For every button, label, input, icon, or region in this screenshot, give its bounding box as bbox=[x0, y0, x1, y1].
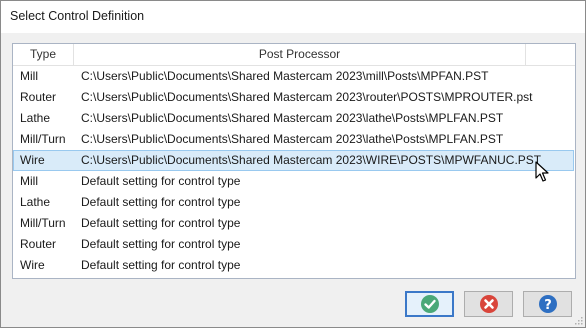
help-question-icon: ? bbox=[538, 295, 557, 313]
title-bar: Select Control Definition bbox=[1, 1, 585, 33]
row-post-processor: C:\Users\Public\Documents\Shared Masterc… bbox=[81, 69, 489, 83]
row-type: Mill/Turn bbox=[20, 216, 66, 230]
row-type: Wire bbox=[20, 153, 45, 167]
row-post-processor: Default setting for control type bbox=[81, 258, 241, 272]
row-post-processor: Default setting for control type bbox=[81, 216, 241, 230]
help-button[interactable]: ? bbox=[523, 291, 572, 317]
row-post-processor: C:\Users\Public\Documents\Shared Masterc… bbox=[81, 153, 542, 167]
select-control-definition-dialog: Select Control Definition Type Post Proc… bbox=[0, 0, 586, 328]
row-type: Router bbox=[20, 237, 57, 251]
table-row[interactable]: Router C:\Users\Public\Documents\Shared M… bbox=[13, 87, 575, 108]
row-post-processor: Default setting for control type bbox=[81, 195, 241, 209]
svg-text:?: ? bbox=[544, 298, 552, 313]
checkmark-icon bbox=[420, 295, 439, 313]
row-post-processor: C:\Users\Public\Documents\Shared Masterc… bbox=[81, 90, 533, 104]
row-post-processor: C:\Users\Public\Documents\Shared Masterc… bbox=[81, 132, 504, 146]
cancel-x-icon bbox=[479, 295, 498, 313]
resize-grip-icon[interactable] bbox=[573, 315, 583, 325]
row-type: Mill/Turn bbox=[20, 132, 66, 146]
table-row[interactable]: Mill/Turn Default setting for control typ… bbox=[13, 213, 575, 234]
column-header-post-processor[interactable]: Post Processor bbox=[74, 44, 526, 65]
table-row[interactable]: Lathe Default setting for control type bbox=[13, 192, 575, 213]
table-row[interactable]: Mill Default setting for control type bbox=[13, 171, 575, 192]
ok-button[interactable] bbox=[405, 291, 454, 317]
table-row[interactable]: Lathe C:\Users\Public\Documents\Shared Ma… bbox=[13, 108, 575, 129]
row-post-processor: Default setting for control type bbox=[81, 174, 241, 188]
column-header-type[interactable]: Type bbox=[13, 44, 74, 65]
row-type: Lathe bbox=[20, 111, 51, 125]
row-type: Mill bbox=[20, 174, 38, 188]
mouse-pointer-icon bbox=[535, 161, 549, 182]
row-post-processor: Default setting for control type bbox=[81, 237, 241, 251]
column-header-filler bbox=[526, 44, 575, 65]
control-definition-list[interactable]: Type Post Processor Mill C:\Users\Public\… bbox=[12, 43, 576, 279]
row-type: Mill bbox=[20, 69, 38, 83]
row-type: Lathe bbox=[20, 195, 51, 209]
list-header: Type Post Processor bbox=[13, 44, 575, 66]
row-type: Wire bbox=[20, 258, 45, 272]
table-row[interactable]: Mill/Turn C:\Users\Public\Documents\Share… bbox=[13, 129, 575, 150]
cancel-button[interactable] bbox=[464, 291, 513, 317]
list-rows: Mill C:\Users\Public\Documents\Shared Mas… bbox=[13, 66, 575, 276]
table-row[interactable]: Router Default setting for control type bbox=[13, 234, 575, 255]
table-row[interactable]: Mill C:\Users\Public\Documents\Shared Mas… bbox=[13, 66, 575, 87]
table-row[interactable]: Wire Default setting for control type bbox=[13, 255, 575, 276]
row-post-processor: C:\Users\Public\Documents\Shared Masterc… bbox=[81, 111, 504, 125]
table-row[interactable]: Wire C:\Users\Public\Documents\Shared Mas… bbox=[13, 150, 574, 171]
dialog-title: Select Control Definition bbox=[10, 9, 145, 23]
row-type: Router bbox=[20, 90, 57, 104]
